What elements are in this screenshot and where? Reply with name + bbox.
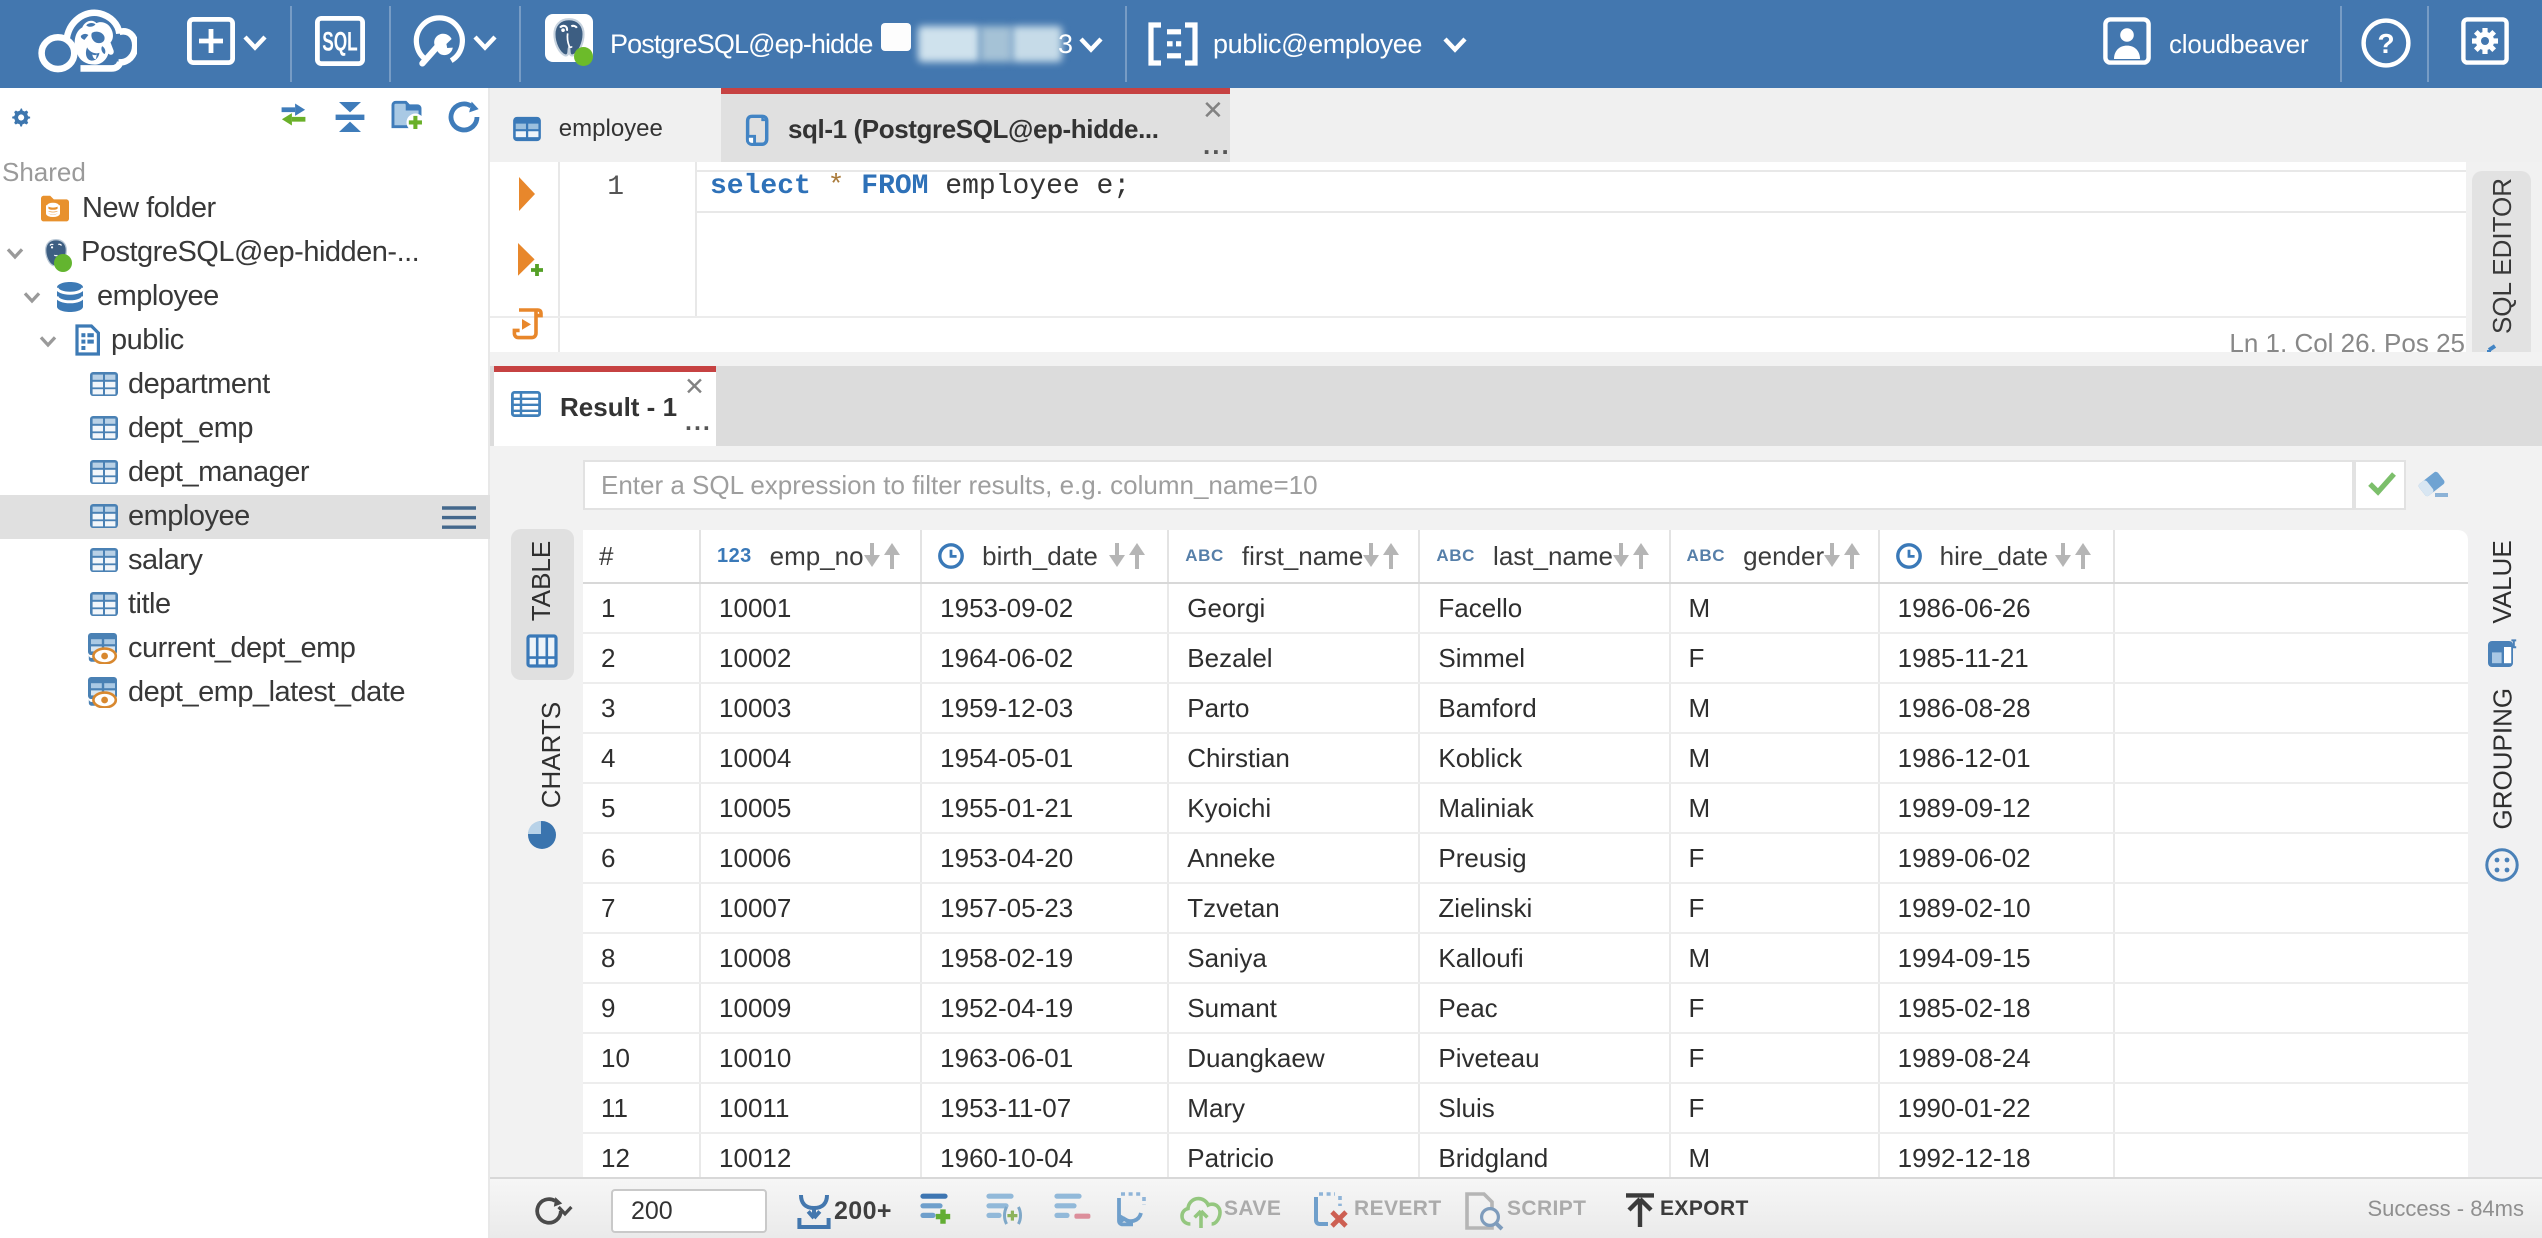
svg-text:?: ? [2377,28,2394,59]
svg-text:SQL: SQL [322,26,358,57]
